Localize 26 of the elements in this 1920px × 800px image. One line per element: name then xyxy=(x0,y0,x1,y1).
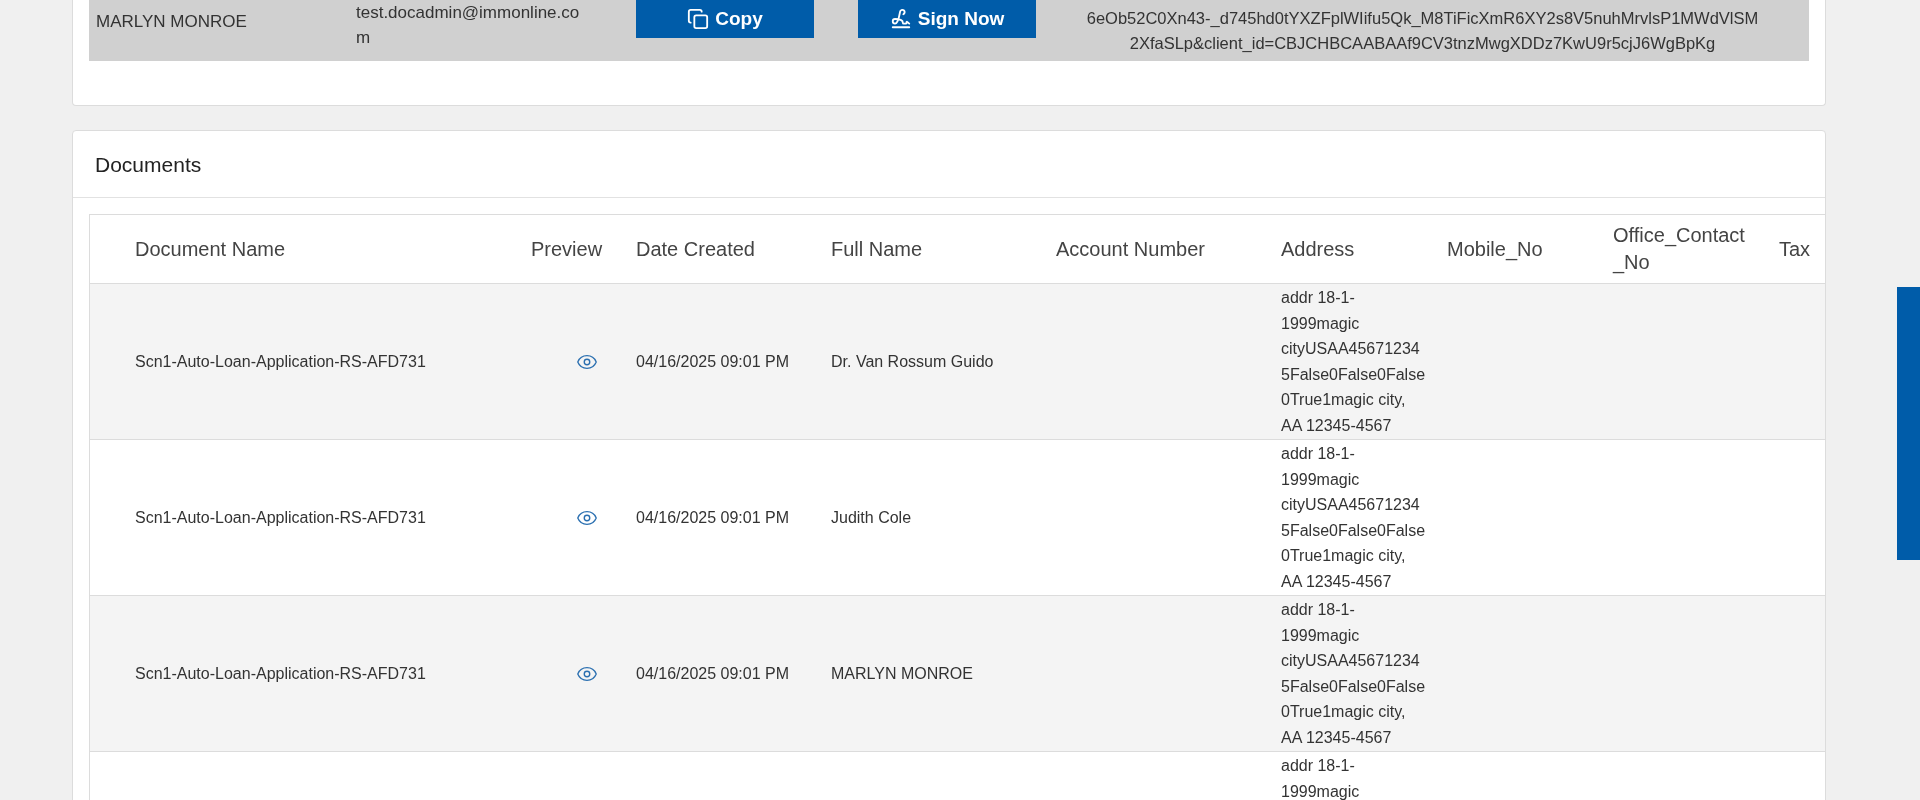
column-header: Office_Contact_No xyxy=(1613,223,1746,276)
document-name: Scn1-Auto-Loan-Application-RS-AFD731 xyxy=(135,664,426,683)
copy-icon xyxy=(687,8,710,30)
column-header: Date Created xyxy=(636,236,755,262)
document-name: Scn1-Auto-Loan-Application-RS-AFD731 xyxy=(135,508,426,527)
full-name: Dr. Van Rossum Guido xyxy=(831,352,994,371)
address-text: addr 18-1- 1999magic xyxy=(1281,756,1360,800)
full-name: MARLYN MONROE xyxy=(831,664,973,683)
column-header: Preview xyxy=(531,236,603,262)
full-name: Judith Cole xyxy=(831,508,912,527)
document-name: Scn1-Auto-Loan-Application-RS-AFD731 xyxy=(135,352,426,371)
signer-name: MARLYN MONROE xyxy=(95,11,248,32)
documents-title: Documents xyxy=(73,131,1825,198)
signer-email: test.docadmin@immonline.co m xyxy=(356,2,581,49)
column-header: Tax xyxy=(1779,236,1811,262)
column-header: Full Name xyxy=(831,236,923,262)
sign-now-button[interactable]: Sign Now xyxy=(858,0,1036,38)
date-created: 04/16/2025 09:01 PM xyxy=(636,352,789,371)
copy-button[interactable]: Copy xyxy=(636,0,814,38)
column-header: Mobile_No xyxy=(1447,236,1543,263)
column-header: Address xyxy=(1281,236,1355,262)
signature-icon xyxy=(889,8,912,30)
column-header: Document Name xyxy=(135,236,286,262)
date-created: 04/16/2025 09:01 PM xyxy=(636,664,789,683)
date-created: 04/16/2025 09:01 PM xyxy=(636,508,789,527)
column-header: Account Number xyxy=(1056,236,1205,262)
